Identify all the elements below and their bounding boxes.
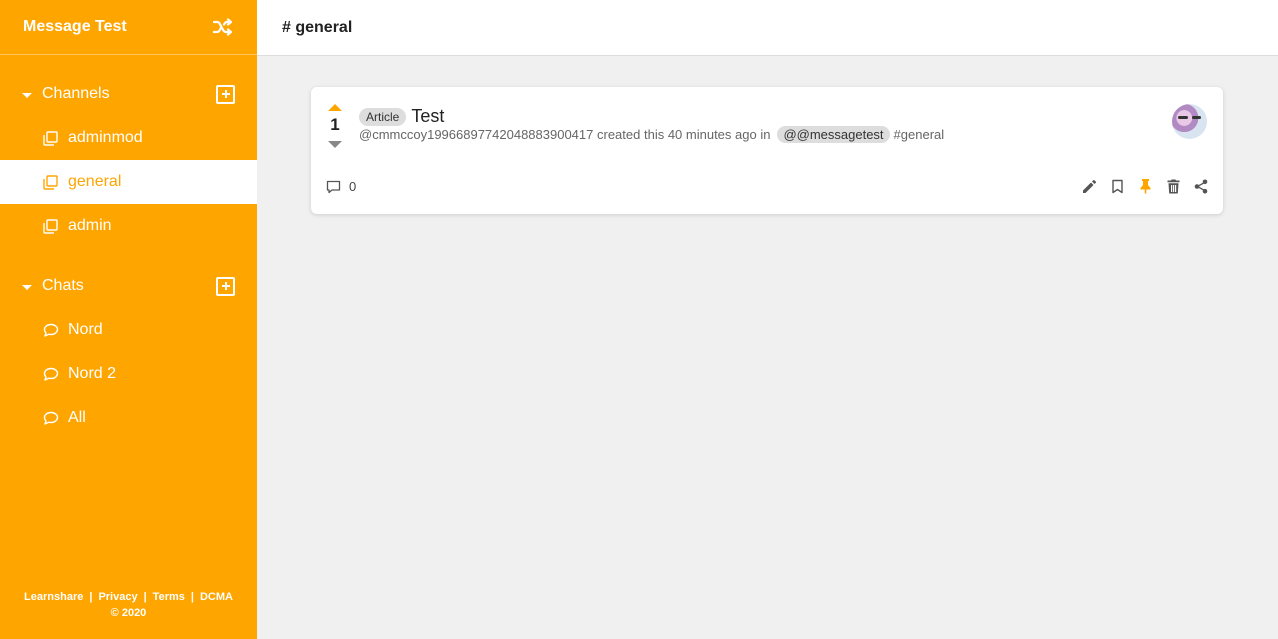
bookmark-icon[interactable] [1109, 178, 1125, 194]
community-badge[interactable]: @@messagetest [777, 126, 890, 143]
comment-icon [326, 180, 341, 193]
post-header: Article Test [359, 106, 444, 127]
page-title: # general [282, 18, 353, 36]
footer-link-terms[interactable]: Terms [153, 591, 185, 603]
caret-down-icon[interactable] [22, 93, 32, 98]
caret-down-icon[interactable] [22, 285, 32, 290]
shuffle-icon[interactable] [212, 16, 234, 38]
channels-label: Channels [42, 85, 110, 102]
trash-icon[interactable] [1165, 178, 1181, 194]
copy-icon [42, 218, 59, 235]
sidebar-item-nord[interactable]: Nord [0, 308, 257, 352]
chats-section: Chats Nord Nord 2 All [0, 264, 257, 440]
speech-bubble-icon [42, 410, 59, 427]
sidebar-header: Message Test [0, 0, 257, 55]
speech-bubble-icon [42, 322, 59, 339]
vote-widget: 1 [326, 104, 344, 148]
add-chat-icon[interactable] [216, 276, 235, 296]
channel-link[interactable]: #general [894, 127, 945, 142]
app-title[interactable]: Message Test [23, 18, 127, 36]
footer-link-privacy[interactable]: Privacy [98, 591, 137, 603]
copyright: © 2020 [110, 607, 147, 619]
author-link[interactable]: @cmmccoy1996689774204888390041​7 [359, 127, 593, 142]
pin-icon[interactable] [1137, 178, 1153, 194]
sidebar-item-label: general [68, 173, 122, 190]
comment-count: 0 [349, 179, 357, 194]
sidebar-item-all[interactable]: All [0, 396, 257, 440]
sidebar-item-label: admin [68, 217, 112, 234]
chats-header[interactable]: Chats [0, 264, 257, 308]
upvote-icon[interactable] [328, 104, 342, 111]
sidebar-item-label: Nord [68, 321, 103, 338]
speech-bubble-icon [42, 366, 59, 383]
sidebar-item-nord-2[interactable]: Nord 2 [0, 352, 257, 396]
sidebar-item-label: All [68, 409, 86, 426]
footer-link-learnshare[interactable]: Learnshare [24, 591, 83, 603]
channels-header[interactable]: Channels [0, 72, 257, 116]
sidebar-item-label: adminmod [68, 129, 143, 146]
downvote-icon[interactable] [328, 141, 342, 148]
topbar: # general [257, 0, 1278, 56]
share-icon[interactable] [1193, 178, 1209, 194]
channels-section: Channels adminmod general admin [0, 72, 257, 248]
comments-button[interactable]: 0 [326, 179, 356, 194]
pencil-icon[interactable] [1081, 178, 1097, 194]
vote-count: 1 [330, 115, 340, 134]
post-type-badge: Article [359, 107, 407, 126]
post-card: 1 Article Test @cmmccoy19966897742048883… [311, 87, 1223, 214]
add-channel-icon[interactable] [216, 84, 235, 104]
sidebar-footer: Learnshare | Privacy | Terms | DCMA © 2020 [0, 589, 257, 621]
copy-icon [42, 130, 59, 147]
copy-icon [42, 174, 59, 191]
post-meta-text: created this 40 minutes ago in [597, 127, 771, 142]
sidebar-item-adminmod[interactable]: adminmod [0, 116, 257, 160]
sidebar-item-general[interactable]: general [0, 160, 257, 204]
avatar[interactable] [1172, 104, 1207, 139]
sidebar-item-admin[interactable]: admin [0, 204, 257, 248]
sidebar: Message Test Channels adminmod general a… [0, 0, 257, 639]
post-actions [1069, 178, 1209, 194]
post-title[interactable]: Test [411, 106, 444, 127]
post-meta: @cmmccoy1996689774204888390041​7 created… [359, 126, 944, 143]
footer-link-dcma[interactable]: DCMA [200, 591, 233, 603]
chats-label: Chats [42, 277, 84, 294]
sidebar-item-label: Nord 2 [68, 365, 117, 382]
